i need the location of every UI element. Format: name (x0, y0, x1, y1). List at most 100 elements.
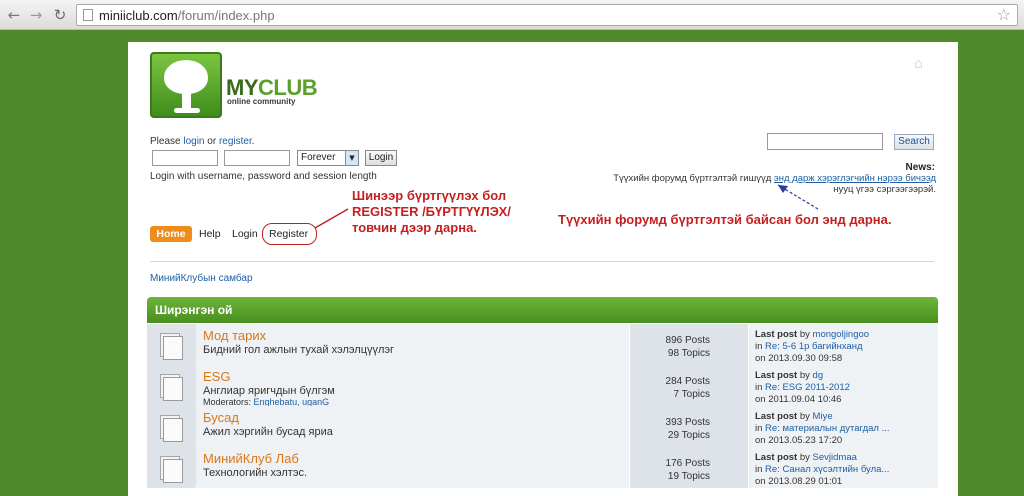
forum-topics-count: 29 Topics (667, 430, 710, 441)
tree-base (174, 108, 200, 113)
last-post-in: in (755, 382, 766, 393)
forum-title-cell: ESG Англиар яригчдын бүлгэм Moderators: … (197, 365, 629, 407)
last-post-author-line: Last post by Miye (755, 411, 833, 422)
news-recover-link[interactable]: энд дарж хэрэглэгчийн нэрээ бичээд (774, 173, 936, 184)
nav-help[interactable]: Help (199, 228, 221, 240)
last-post-topic-line: in Re: ESG 2011-2012 (755, 382, 850, 393)
last-post-date: on 2013.09.30 09:58 (755, 353, 843, 364)
forward-arrow-icon[interactable]: → (26, 5, 46, 25)
forum-topics-count: 7 Topics (673, 389, 710, 400)
annotation-register-circle (262, 223, 317, 245)
forum-name-link[interactable]: Бусад (203, 410, 239, 425)
forum-description: Англиар яригчдын бүлгэм (203, 385, 335, 397)
last-post-in: in (755, 341, 766, 352)
url-host: miniiclub.com (99, 8, 178, 23)
forum-stats-cell: 896 Posts 98 Topics (629, 324, 749, 365)
login-intro-prefix: Please (150, 136, 184, 147)
board-icon-front (163, 418, 183, 442)
last-post-author-line: Last post by mongoljingoo (755, 329, 869, 340)
news-text-before: Түүхийн форумд бүртгэлтэй гишүүд (613, 173, 774, 184)
last-post-date: on 2011.09.04 10:46 (755, 394, 842, 405)
forum-name-link[interactable]: МинийКлуб Лаб (203, 451, 299, 466)
last-post-topic-link[interactable]: Re: Санал хүсэлтийн була... (765, 464, 889, 475)
forum-name-link[interactable]: Мод тарих (203, 328, 266, 343)
forum-posts-count: 393 Posts (665, 417, 710, 428)
forum-page: MYCLUB online community ⌂ Please login o… (128, 42, 958, 496)
last-post-label: Last post (755, 329, 798, 340)
nav-login[interactable]: Login (232, 228, 258, 240)
forum-last-post-cell: Last post by Sevjidmaa in Re: Санал хүсэ… (749, 447, 938, 488)
last-post-author-link[interactable]: mongoljingoo (813, 329, 870, 340)
last-post-topic-line: in Re: материалын дутагдал ... (755, 423, 890, 434)
nav-home[interactable]: Home (150, 226, 192, 242)
last-post-in: in (755, 423, 766, 434)
forum-posts-count: 896 Posts (665, 335, 710, 346)
last-post-by: by (797, 329, 813, 340)
forum-name-link[interactable]: ESG (203, 369, 230, 384)
last-post-topic-link[interactable]: Re: 5-6 1р багийнханд (765, 341, 863, 352)
collapse-header-icon[interactable]: ⌂ (914, 56, 930, 72)
forum-title-cell: МинийКлуб Лаб Технологийн хэлтэс. (197, 447, 629, 488)
username-input[interactable] (152, 150, 218, 166)
forum-row: Мод тарих Бидний гол ажлын тухай хэлэлцү… (147, 324, 938, 365)
login-intro: Please login or register. (150, 136, 255, 147)
forum-last-post-cell: Last post by dg in Re: ESG 2011-2012 on … (749, 365, 938, 406)
forum-icon-cell (147, 406, 196, 447)
forum-stats-cell: 284 Posts 7 Topics (629, 365, 749, 406)
last-post-author-link[interactable]: Miye (813, 411, 833, 422)
forum-posts-count: 176 Posts (665, 458, 710, 469)
news-title: News: (905, 162, 935, 173)
myclub-logo-tree-icon[interactable] (150, 52, 222, 118)
forum-row: МинийКлуб Лаб Технологийн хэлтэс. 176 Po… (147, 447, 938, 488)
last-post-by: by (797, 370, 813, 381)
forum-stats-cell: 176 Posts 19 Topics (629, 447, 749, 488)
last-post-by: by (797, 411, 813, 422)
forum-last-post-cell: Last post by mongoljingoo in Re: 5-6 1р … (749, 324, 938, 365)
login-button[interactable]: Login (365, 150, 397, 166)
forum-stats-cell: 393 Posts 29 Topics (629, 406, 749, 447)
last-post-in: in (755, 464, 766, 475)
forum-icon-cell (147, 365, 196, 406)
forum-icon-cell (147, 324, 196, 365)
last-post-date: on 2013.05.23 17:20 (755, 435, 843, 446)
chevron-down-icon: ▼ (345, 151, 358, 165)
search-input[interactable] (767, 133, 883, 150)
divider (150, 261, 934, 262)
reload-icon[interactable]: ↻ (50, 5, 70, 25)
forum-posts-count: 284 Posts (665, 376, 710, 387)
register-link[interactable]: register (219, 136, 252, 147)
forum-list: Мод тарих Бидний гол ажлын тухай хэлэлцү… (147, 324, 938, 488)
last-post-topic-line: in Re: Санал хүсэлтийн була... (755, 464, 889, 475)
bookmark-star-icon[interactable]: ☆ (997, 5, 1011, 24)
last-post-label: Last post (755, 370, 798, 381)
last-post-author-line: Last post by dg (755, 370, 823, 381)
forum-row: ESG Англиар яригчдын бүлгэм Moderators: … (147, 365, 938, 407)
login-help-text: Login with username, password and sessio… (150, 171, 377, 182)
last-post-topic-link[interactable]: Re: ESG 2011-2012 (765, 382, 850, 393)
last-post-topic-line: in Re: 5-6 1р багийнханд (755, 341, 863, 352)
back-arrow-icon[interactable]: ← (4, 5, 24, 25)
last-post-label: Last post (755, 411, 798, 422)
forum-icon-cell (147, 447, 196, 488)
search-button[interactable]: Search (894, 134, 934, 150)
last-post-author-link[interactable]: dg (813, 370, 824, 381)
last-post-author-link[interactable]: Sevjidmaa (813, 452, 857, 463)
category-header[interactable]: Ширэнгэн ой (147, 297, 938, 323)
password-input[interactable] (224, 150, 290, 166)
last-post-topic-link[interactable]: Re: материалын дутагдал ... (765, 423, 889, 434)
board-icon-front (163, 336, 183, 360)
news-text-after: нууц үгээ сэргээгээрэй. (833, 184, 936, 195)
tree-crown (164, 60, 208, 94)
last-post-by: by (797, 452, 813, 463)
address-bar[interactable]: miniiclub.com/forum/index.php ☆ (76, 4, 1018, 26)
url-text[interactable]: miniiclub.com/forum/index.php (99, 8, 275, 23)
session-length-select[interactable]: Forever ▼ (297, 150, 359, 166)
login-link[interactable]: login (183, 136, 204, 147)
forum-last-post-cell: Last post by Miye in Re: материалын дута… (749, 406, 938, 447)
last-post-author-line: Last post by Sevjidmaa (755, 452, 857, 463)
board-icon-front (163, 459, 183, 483)
url-path: /forum/index.php (177, 8, 275, 23)
board-icon-front (163, 377, 183, 401)
annotation-arrow-left (314, 208, 349, 229)
breadcrumb[interactable]: МинийКлубын самбар (150, 273, 253, 284)
